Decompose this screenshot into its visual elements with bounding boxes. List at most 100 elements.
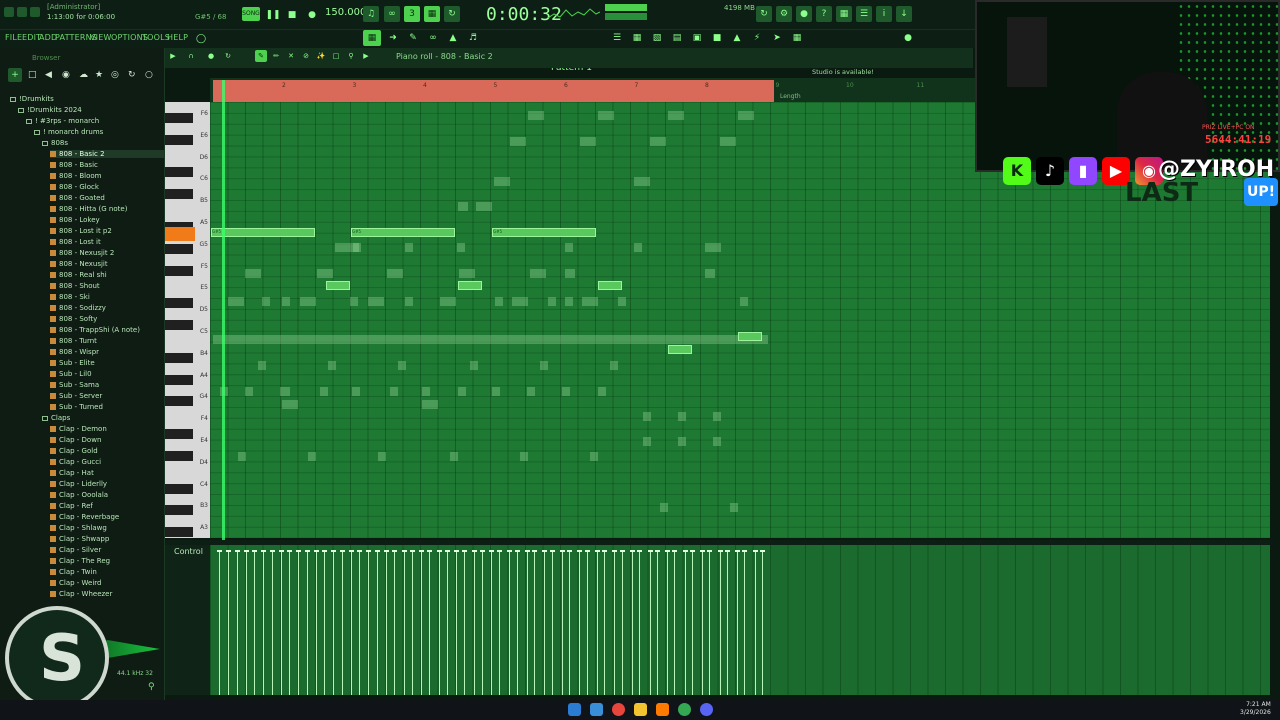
- browser-file[interactable]: Clap - The Reg: [50, 557, 110, 565]
- velocity-bar[interactable]: [650, 552, 651, 695]
- velocity-handle[interactable]: [542, 550, 547, 552]
- velocity-handle[interactable]: [279, 550, 284, 552]
- velocity-handle[interactable]: [532, 550, 537, 552]
- browser-file[interactable]: Clap - Reverbage: [50, 513, 119, 521]
- velocity-handle[interactable]: [497, 550, 502, 552]
- browser-file[interactable]: Sub - Elite: [50, 359, 95, 367]
- velocity-handle[interactable]: [515, 550, 520, 552]
- velocity-bar[interactable]: [254, 552, 255, 695]
- browser-file[interactable]: Clap - Down: [50, 436, 101, 444]
- tempo-tap-icon[interactable]: ⚡: [749, 30, 765, 46]
- velocity-bar[interactable]: [702, 552, 703, 695]
- browser-file[interactable]: Clap - Liderlly: [50, 480, 107, 488]
- browser-file[interactable]: 808 - Lokey: [50, 216, 100, 224]
- velocity-bar[interactable]: [342, 552, 343, 695]
- piano-roll-menu-icon[interactable]: ▶: [167, 50, 179, 62]
- velocity-bar[interactable]: [667, 552, 668, 695]
- velocity-bar[interactable]: [474, 552, 475, 695]
- browser-folder[interactable]: !Drumkits: [10, 95, 54, 103]
- velocity-bar[interactable]: [464, 552, 465, 695]
- velocity-bar[interactable]: [614, 552, 615, 695]
- velocity-bar[interactable]: [429, 552, 430, 695]
- browser-file[interactable]: Clap - Gucci: [50, 458, 101, 466]
- velocity-bar[interactable]: [359, 552, 360, 695]
- pencil-icon[interactable]: ✎: [405, 30, 421, 46]
- countdown-icon[interactable]: 3: [404, 6, 420, 22]
- velocity-handle[interactable]: [630, 550, 635, 552]
- black-key[interactable]: [165, 167, 193, 178]
- velocity-bar[interactable]: [219, 552, 220, 695]
- browser-file[interactable]: Clap - Shwapp: [50, 535, 109, 543]
- black-key[interactable]: [165, 298, 193, 309]
- velocity-handle[interactable]: [261, 550, 266, 552]
- velocity-handle[interactable]: [445, 550, 450, 552]
- taskview-icon[interactable]: [590, 703, 603, 716]
- velocity-bar[interactable]: [447, 552, 448, 695]
- velocity-handle[interactable]: [707, 550, 712, 552]
- black-key[interactable]: [165, 374, 193, 385]
- note[interactable]: G#5: [351, 228, 455, 237]
- velocity-bar[interactable]: [604, 552, 605, 695]
- velocity-handle[interactable]: [252, 550, 257, 552]
- browser-file[interactable]: Clap - Ref: [50, 502, 93, 510]
- velocity-handle[interactable]: [602, 550, 607, 552]
- velocity-handle[interactable]: [357, 550, 362, 552]
- browser-file[interactable]: 808 - Softy: [50, 315, 97, 323]
- browser-file[interactable]: 808 - Ski: [50, 293, 90, 301]
- velocity-handle[interactable]: [489, 550, 494, 552]
- velocity-bar[interactable]: [720, 552, 721, 695]
- velocity-bar[interactable]: [597, 552, 598, 695]
- download-icon[interactable]: ↓: [896, 6, 912, 22]
- velocity-bar[interactable]: [368, 552, 369, 695]
- velocity-handle[interactable]: [419, 550, 424, 552]
- project-icon[interactable]: ▦: [789, 30, 805, 46]
- cloud-icon[interactable]: ☁: [79, 70, 88, 80]
- velocity-handle[interactable]: [331, 550, 336, 552]
- browser-file[interactable]: Clap - Wheezer: [50, 590, 112, 598]
- help-icon[interactable]: ?: [816, 6, 832, 22]
- play-icon[interactable]: ❚❚: [265, 7, 281, 23]
- velocity-handle[interactable]: [507, 550, 512, 552]
- chrome-icon[interactable]: [612, 703, 625, 716]
- velocity-bar[interactable]: [351, 552, 352, 695]
- browser-file[interactable]: Sub - Server: [50, 392, 102, 400]
- globe-icon[interactable]: ◎: [111, 70, 119, 80]
- velocity-bar[interactable]: [281, 552, 282, 695]
- velocity-bar[interactable]: [456, 552, 457, 695]
- black-key[interactable]: [165, 429, 193, 439]
- velocity-handle[interactable]: [392, 550, 397, 552]
- velocity-handle[interactable]: [735, 550, 740, 552]
- record-icon[interactable]: ●: [304, 7, 320, 23]
- velocity-handle[interactable]: [595, 550, 600, 552]
- black-key[interactable]: [165, 189, 193, 200]
- velocity-handle[interactable]: [296, 550, 301, 552]
- velocity-lane[interactable]: [210, 545, 1270, 695]
- browser-file[interactable]: 808 - Nexusjit 2: [50, 249, 114, 257]
- step-edit-icon[interactable]: ▦: [424, 6, 440, 22]
- velocity-handle[interactable]: [287, 550, 292, 552]
- velocity-bar[interactable]: [412, 552, 413, 695]
- browser-file[interactable]: 808 - Bloom: [50, 172, 101, 180]
- black-key[interactable]: [165, 527, 193, 538]
- browser-file[interactable]: 808 - Wispr: [50, 348, 99, 356]
- black-key[interactable]: [165, 134, 193, 145]
- velocity-bar[interactable]: [289, 552, 290, 695]
- velocity-handle[interactable]: [349, 550, 354, 552]
- black-key[interactable]: [165, 243, 193, 254]
- velocity-bar[interactable]: [421, 552, 422, 695]
- velocity-bar[interactable]: [744, 552, 745, 695]
- velocity-handle[interactable]: [305, 550, 310, 552]
- song-mode-button[interactable]: SONG: [242, 7, 260, 21]
- browser-file[interactable]: 808 - Hitta (G note): [50, 205, 127, 213]
- browser-file[interactable]: Sub - Turned: [50, 403, 103, 411]
- add-icon[interactable]: +: [8, 68, 22, 82]
- velocity-bar[interactable]: [709, 552, 710, 695]
- velocity-handle[interactable]: [648, 550, 653, 552]
- velocity-handle[interactable]: [366, 550, 371, 552]
- velocity-bar[interactable]: [692, 552, 693, 695]
- length-marker[interactable]: Length: [780, 93, 801, 100]
- velocity-handle[interactable]: [314, 550, 319, 552]
- system-clock[interactable]: 7:21 AM 3/29/2026: [1240, 701, 1271, 717]
- playhead[interactable]: [222, 80, 225, 540]
- velocity-handle[interactable]: [244, 550, 249, 552]
